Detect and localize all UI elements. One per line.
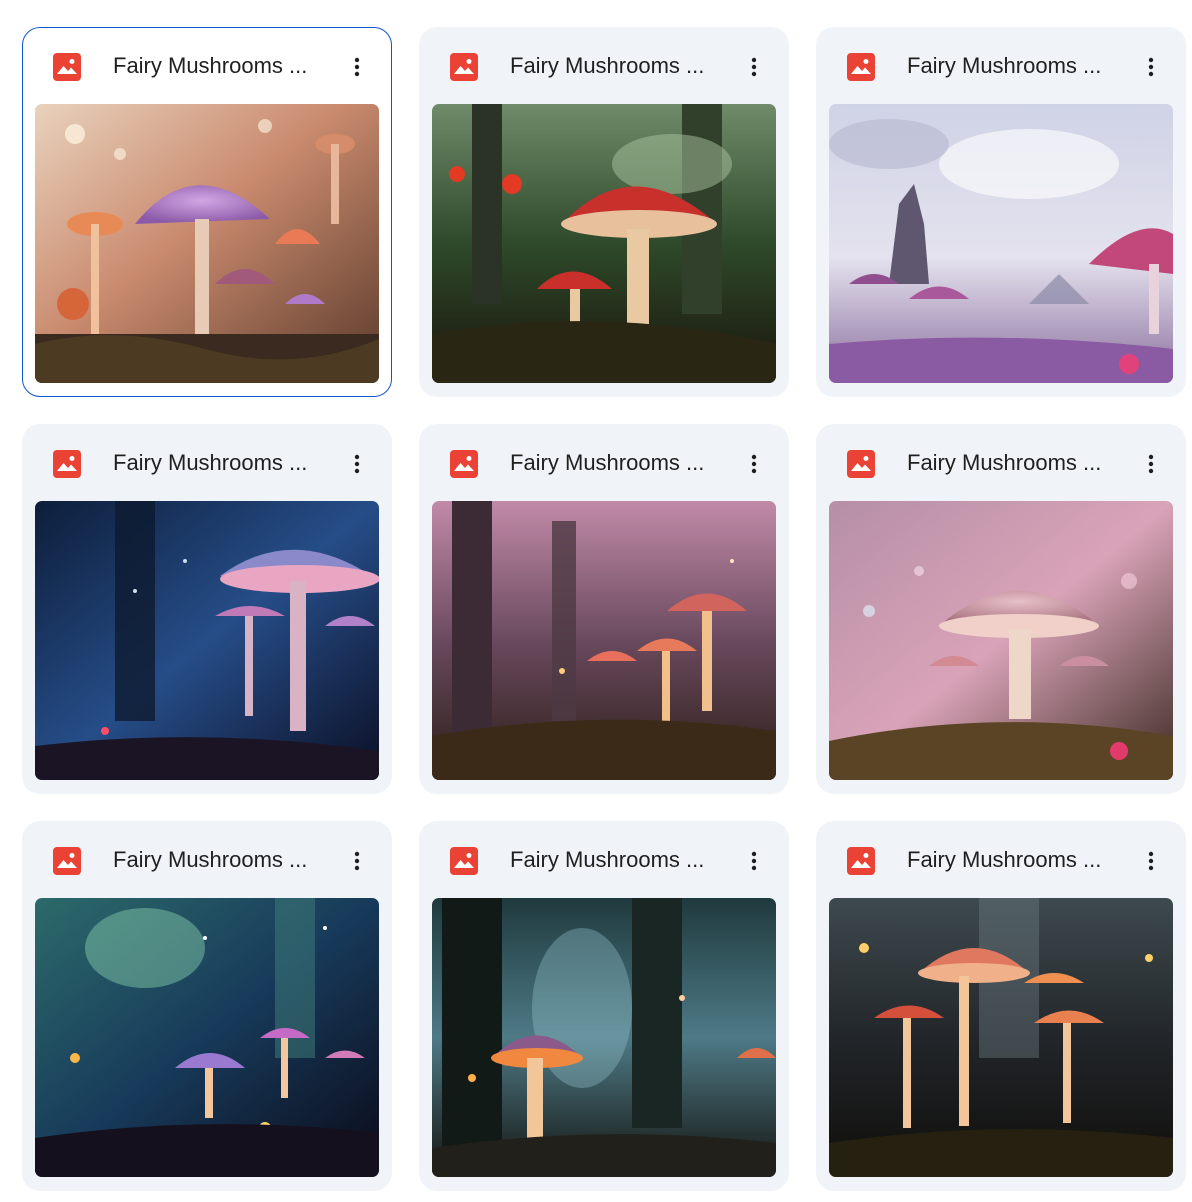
more-vert-icon[interactable] — [337, 841, 377, 881]
image-file-icon — [847, 53, 875, 81]
thumbnail-image[interactable] — [829, 501, 1173, 780]
image-file-icon — [450, 53, 478, 81]
card-header: Fairy Mushrooms ... — [817, 28, 1185, 104]
file-card[interactable]: Fairy Mushrooms ... — [419, 821, 789, 1191]
card-header: Fairy Mushrooms ... — [23, 425, 391, 501]
card-header: Fairy Mushrooms ... — [23, 822, 391, 898]
image-file-icon — [53, 53, 81, 81]
thumbnail-image[interactable] — [829, 104, 1173, 383]
more-vert-icon[interactable] — [337, 444, 377, 484]
file-card[interactable]: Fairy Mushrooms ... — [816, 821, 1186, 1191]
card-header: Fairy Mushrooms ... — [817, 822, 1185, 898]
image-file-icon — [53, 847, 81, 875]
card-header: Fairy Mushrooms ... — [817, 425, 1185, 501]
image-file-icon — [847, 450, 875, 478]
image-file-icon — [450, 847, 478, 875]
thumbnail-image[interactable] — [432, 104, 776, 383]
more-vert-icon[interactable] — [1131, 841, 1171, 881]
file-card[interactable]: Fairy Mushrooms ... — [419, 424, 789, 794]
file-title: Fairy Mushrooms ... — [113, 450, 308, 475]
more-vert-icon[interactable] — [734, 47, 774, 87]
image-file-icon — [847, 847, 875, 875]
file-card[interactable]: Fairy Mushrooms ... — [22, 424, 392, 794]
thumbnail-image[interactable] — [35, 898, 379, 1177]
image-file-icon — [450, 450, 478, 478]
thumbnail-image[interactable] — [35, 104, 379, 383]
more-vert-icon[interactable] — [734, 841, 774, 881]
file-title: Fairy Mushrooms ... — [113, 53, 308, 78]
card-header: Fairy Mushrooms ... — [420, 425, 788, 501]
more-vert-icon[interactable] — [1131, 47, 1171, 87]
thumbnail-image[interactable] — [829, 898, 1173, 1177]
file-title: Fairy Mushrooms ... — [510, 450, 705, 475]
card-header: Fairy Mushrooms ... — [420, 28, 788, 104]
file-grid: Fairy Mushrooms ... Fairy Mushrooms ... … — [0, 0, 1192, 1202]
file-card[interactable]: Fairy Mushrooms ... — [22, 821, 392, 1191]
file-title: Fairy Mushrooms ... — [907, 450, 1102, 475]
thumbnail-image[interactable] — [432, 501, 776, 780]
file-card[interactable]: Fairy Mushrooms ... — [419, 27, 789, 397]
thumbnail-image[interactable] — [432, 898, 776, 1177]
file-title: Fairy Mushrooms ... — [510, 53, 705, 78]
thumbnail-image[interactable] — [35, 501, 379, 780]
card-header: Fairy Mushrooms ... — [23, 28, 391, 104]
file-title: Fairy Mushrooms ... — [907, 847, 1102, 872]
file-title: Fairy Mushrooms ... — [510, 847, 705, 872]
file-card[interactable]: Fairy Mushrooms ... — [22, 27, 392, 397]
image-file-icon — [53, 450, 81, 478]
file-title: Fairy Mushrooms ... — [113, 847, 308, 872]
more-vert-icon[interactable] — [734, 444, 774, 484]
file-title: Fairy Mushrooms ... — [907, 53, 1102, 78]
more-vert-icon[interactable] — [1131, 444, 1171, 484]
file-card[interactable]: Fairy Mushrooms ... — [816, 424, 1186, 794]
more-vert-icon[interactable] — [337, 47, 377, 87]
file-card[interactable]: Fairy Mushrooms ... — [816, 27, 1186, 397]
card-header: Fairy Mushrooms ... — [420, 822, 788, 898]
